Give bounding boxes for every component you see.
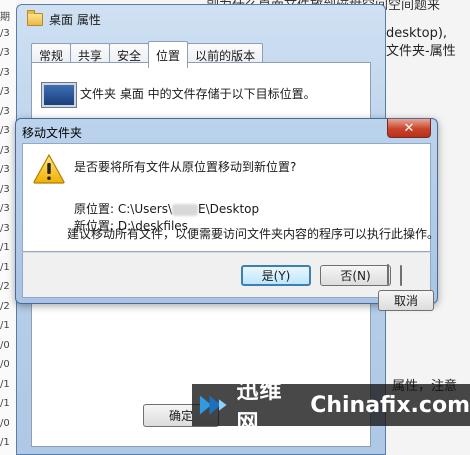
- yes-button[interactable]: 是(Y): [241, 265, 311, 286]
- close-icon: ✕: [403, 120, 415, 136]
- original-location-prefix: C:\Users\: [117, 202, 172, 216]
- no-button[interactable]: 否(N): [320, 265, 391, 286]
- tab-location[interactable]: 位置: [148, 41, 189, 68]
- properties-title: 桌面 属性: [49, 12, 101, 27]
- watermark-banner: 迅维网 Chinafix.com: [192, 379, 470, 436]
- original-location-label: 原位置:: [74, 202, 115, 216]
- blurred-username: [172, 203, 198, 216]
- dialog-advice: 建议移动所有文件，以便需要访问文件夹内容的程序可以执行此操作。: [67, 227, 440, 241]
- unused: [387, 264, 389, 285]
- close-button[interactable]: ✕: [387, 119, 431, 138]
- cancel-button-spacer: [400, 265, 402, 286]
- original-location: 原位置: C:\Users\ E\Desktop: [74, 200, 259, 217]
- background-left-fragment: /3: [0, 164, 10, 175]
- original-location-suffix: E\Desktop: [198, 202, 260, 216]
- background-left-fragment: /1: [0, 437, 10, 448]
- background-text-line3: 文件夹-属性: [386, 44, 456, 59]
- watermark-logo-icon: [199, 395, 227, 415]
- background-left-fragment: /3: [0, 105, 10, 117]
- location-description: 文件夹 桌面 中的文件存储于以下目标位置。: [80, 87, 316, 101]
- properties-title-bar: 桌面 属性: [27, 9, 101, 28]
- cancel-button[interactable]: 取消: [378, 290, 434, 311]
- background-left-fragment: /1: [0, 261, 10, 273]
- folder-icon: [27, 9, 43, 26]
- background-left-fragment: /3: [0, 144, 10, 156]
- dialog-title: 移动文件夹: [22, 126, 83, 140]
- desktop-monitor-icon: [42, 83, 76, 107]
- background-left-fragment: /3: [0, 125, 10, 136]
- background-left-column: 期/3/3/3/3/3/3/3/3/3/3/3/1/1/2/2/1/0/0/1 /…: [0, 0, 16, 455]
- background-left-fragment: /3: [0, 27, 10, 39]
- background-left-fragment: /3: [0, 47, 10, 58]
- background-left-fragment: /0: [0, 339, 10, 351]
- background-text-line2: desktop),: [386, 26, 448, 41]
- background-left-fragment: /3: [0, 203, 10, 214]
- background-left-fragment: /1: [0, 398, 10, 409]
- background-left-fragment: /1: [0, 320, 10, 331]
- background-left-fragment: 期: [0, 12, 10, 23]
- background-left-fragment: /0: [0, 417, 10, 429]
- background-left-fragment: /3: [0, 86, 10, 97]
- background-left-fragment: /3: [0, 66, 10, 78]
- background-left-fragment: /3: [0, 222, 10, 234]
- background-left-fragment: /2: [0, 281, 10, 292]
- background-left-fragment: /0: [0, 359, 10, 370]
- background-left-fragment: /1: [0, 242, 10, 253]
- watermark-english: Chinafix.com: [310, 392, 470, 418]
- watermark-chinese: 迅维网: [236, 379, 283, 436]
- warning-icon: [33, 154, 65, 184]
- move-folder-dialog: 移动文件夹 ✕ 是否要将所有文件从原位置移动到新位置? 原位置: C:\User…: [15, 118, 440, 304]
- background-left-fragment: /2: [0, 300, 10, 312]
- background-left-fragment: /1: [0, 378, 10, 390]
- dialog-button-bar: 是(Y) 否(N): [22, 252, 431, 298]
- background-left-fragment: /3: [0, 183, 10, 195]
- dialog-question: 是否要将所有文件从原位置移动到新位置?: [74, 160, 297, 174]
